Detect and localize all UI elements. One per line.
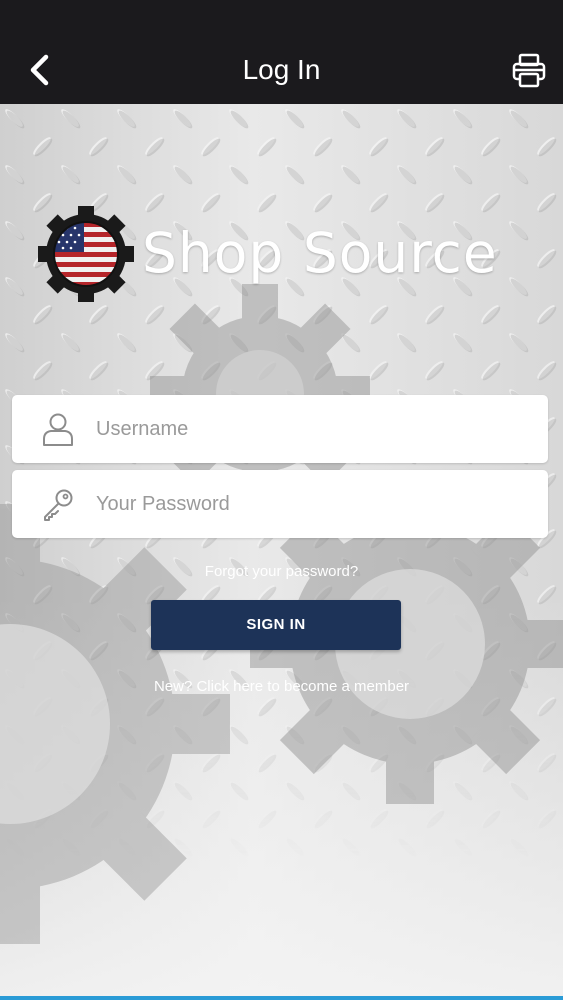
username-field[interactable] [12, 395, 548, 463]
top-navigation-bar: Log In [0, 0, 563, 104]
password-input[interactable] [96, 484, 526, 524]
flag-gear-logo [38, 206, 134, 302]
brand-logo: Shop Source [38, 206, 518, 302]
page-title: Log In [242, 54, 321, 85]
password-field[interactable] [12, 470, 548, 538]
printer-icon [512, 53, 546, 88]
sign-in-button[interactable]: SIGN IN [151, 600, 401, 650]
user-icon [43, 413, 73, 446]
accent-bar [0, 996, 563, 1000]
become-member-link[interactable]: New? Click here to become a member [0, 677, 563, 697]
forgot-password-link[interactable]: Forgot your password? [0, 562, 563, 582]
key-icon [44, 489, 73, 521]
print-button[interactable] [509, 48, 549, 92]
brand-name: Shop Source [142, 221, 498, 285]
username-input[interactable] [96, 409, 526, 449]
